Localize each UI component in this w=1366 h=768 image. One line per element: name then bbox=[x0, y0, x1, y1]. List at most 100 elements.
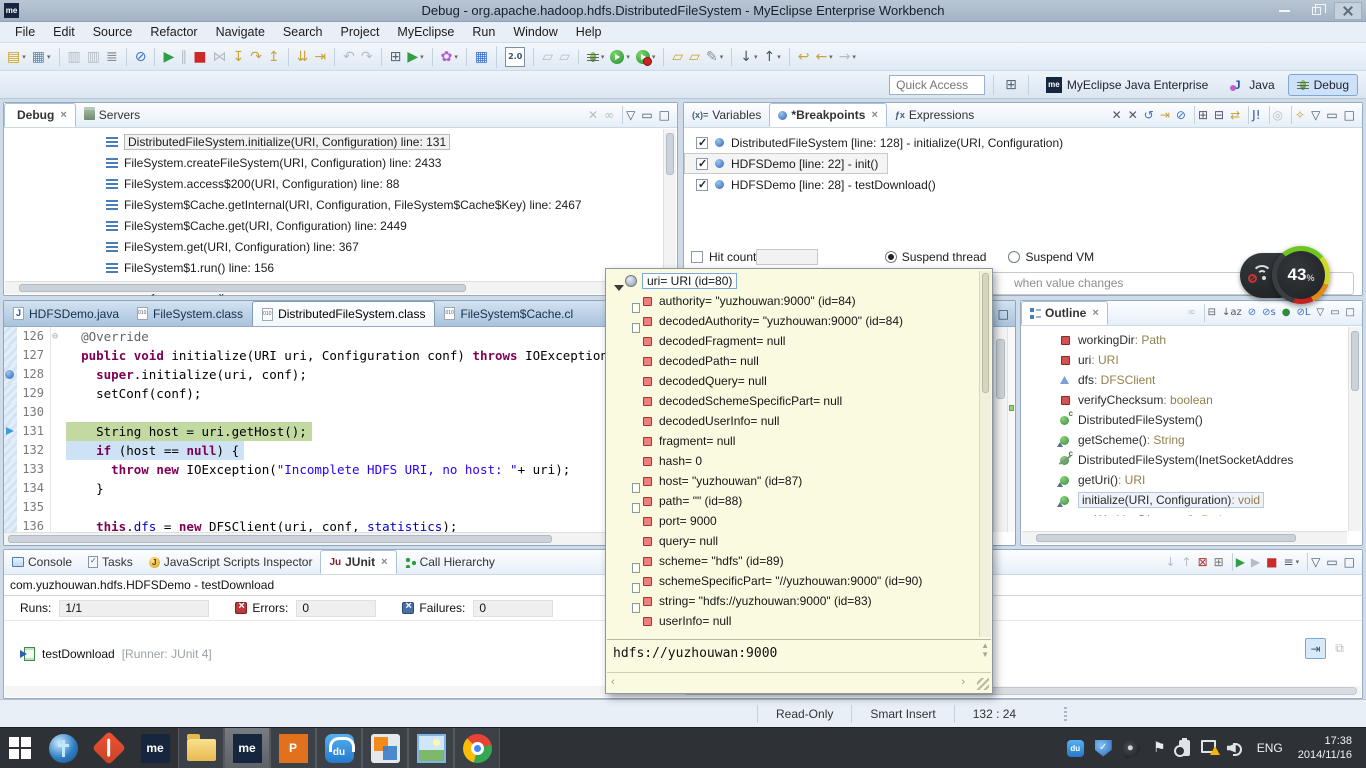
view-toolbar-icon[interactable]: ⊠ ▾ bbox=[1195, 553, 1211, 571]
toolbar-icon[interactable]: ↧ ▾ bbox=[229, 48, 247, 66]
view-toolbar-icon[interactable]: ⊘ bbox=[1245, 304, 1259, 322]
view-tab[interactable]: *Breakpoints bbox=[769, 103, 886, 127]
variable-row[interactable]: fragment= null bbox=[607, 431, 978, 451]
view-toolbar-icon[interactable]: ⊞ ▾ bbox=[1211, 553, 1227, 571]
menu-item[interactable]: MyEclipse bbox=[388, 23, 463, 41]
variable-row[interactable]: schemeSpecificPart= "//yuzhouwan:9000" (… bbox=[607, 571, 978, 591]
close-tab-icon[interactable] bbox=[381, 556, 387, 568]
stack-frame[interactable]: FileSystem.access$200(URI, Configuration… bbox=[4, 173, 677, 194]
variable-row[interactable]: decodedUserInfo= null bbox=[607, 411, 978, 431]
view-toolbar-icon[interactable]: ▭ bbox=[1323, 106, 1340, 124]
view-toolbar-icon[interactable]: ▽ ▾ bbox=[1307, 553, 1323, 571]
tray-icon[interactable]: du bbox=[1067, 740, 1084, 757]
toolbar-icon[interactable]: ▥ ▾ bbox=[59, 48, 84, 66]
outline-item[interactable]: getUri() : URI bbox=[1021, 470, 1362, 490]
annotation-ruler[interactable] bbox=[4, 365, 17, 384]
toolbar-icon[interactable]: ▤ ▾ bbox=[4, 48, 29, 66]
view-tab[interactable]: J JavaScript Scripts Inspector bbox=[141, 550, 321, 574]
stack-frame[interactable]: FileSystem$Cache.getInternal(URI, Config… bbox=[4, 194, 677, 215]
taskbar-app[interactable]: P bbox=[270, 728, 316, 768]
view-toolbar-icon[interactable]: ⊘L bbox=[1293, 304, 1313, 322]
annotation-ruler[interactable] bbox=[4, 441, 17, 460]
breakpoint-checkbox[interactable] bbox=[696, 137, 708, 149]
variable-row[interactable]: scheme= "hdfs" (id=89) bbox=[607, 551, 978, 571]
outline-item[interactable]: uri : URI bbox=[1021, 350, 1362, 370]
menu-item[interactable]: Edit bbox=[44, 23, 84, 41]
menu-item[interactable]: Search bbox=[274, 23, 332, 41]
close-tab-icon[interactable] bbox=[871, 109, 877, 121]
minimize-button[interactable] bbox=[1270, 2, 1298, 20]
toolbar-icon[interactable]: ▦ ▾ bbox=[466, 48, 491, 66]
toolbar-icon[interactable]: ▦ ▾ bbox=[29, 48, 54, 66]
toolbar-icon[interactable]: ∥ ▾ bbox=[177, 48, 190, 66]
suspend-thread-radio[interactable] bbox=[885, 251, 897, 263]
horizontal-scrollbar[interactable] bbox=[5, 281, 662, 294]
perspective-button[interactable]: Debug bbox=[1288, 74, 1358, 96]
view-toolbar-icon[interactable]: ▭ bbox=[638, 106, 655, 124]
maximize-icon[interactable]: □ bbox=[998, 307, 1009, 321]
annotation-ruler[interactable] bbox=[4, 460, 17, 479]
view-toolbar-icon[interactable]: □ ▾ bbox=[1341, 553, 1358, 571]
taskbar-app[interactable]: me bbox=[224, 728, 270, 768]
breakpoint-row[interactable]: DistributedFileSystem [line: 128] - init… bbox=[684, 132, 1362, 153]
breakpoint-checkbox[interactable] bbox=[696, 158, 708, 170]
restore-button[interactable] bbox=[1302, 2, 1330, 20]
editor-vertical-scrollbar[interactable] bbox=[993, 327, 1007, 532]
annotation-ruler[interactable] bbox=[4, 403, 17, 422]
view-toolbar-icon[interactable]: ⊞ bbox=[1194, 106, 1211, 124]
outline-item[interactable]: DistributedFileSystem(InetSocketAddres bbox=[1021, 450, 1362, 470]
view-tab[interactable]: ƒx Expressions bbox=[887, 103, 982, 127]
hit-count-input[interactable] bbox=[756, 249, 818, 265]
resize-grip[interactable] bbox=[977, 678, 989, 690]
taskbar-app[interactable] bbox=[408, 728, 454, 768]
variable-row[interactable]: authority= "yuzhouwan:9000" (id=84) bbox=[607, 291, 978, 311]
stack-frame[interactable]: FileSystem.get(URI, Configuration) line:… bbox=[4, 236, 677, 257]
outline-item[interactable]: workingDir : Path bbox=[1021, 330, 1362, 350]
menu-item[interactable]: Project bbox=[332, 23, 389, 41]
view-toolbar-icon[interactable]: □ bbox=[1341, 106, 1358, 124]
view-toolbar-icon[interactable]: □ bbox=[1343, 304, 1358, 322]
toolbar-icon[interactable]: ⊞ ▾ bbox=[381, 48, 405, 66]
toolbar-icon[interactable]: ▱ ▾ bbox=[663, 48, 686, 66]
taskbar-app[interactable] bbox=[86, 728, 132, 768]
toolbar-icon[interactable]: ⊘ ▾ bbox=[126, 48, 150, 66]
variable-row[interactable]: hash= 0 bbox=[607, 451, 978, 471]
view-tab[interactable]: Tasks bbox=[80, 550, 141, 574]
view-toolbar-icon[interactable]: ⊟ bbox=[1211, 106, 1227, 124]
toolbar-icon[interactable]: ⋈ ▾ bbox=[209, 48, 229, 66]
outline-item[interactable]: initialize(URI, Configuration) : void bbox=[1021, 490, 1362, 510]
toolbar-icon[interactable]: → ▾ bbox=[836, 48, 859, 66]
outline-item[interactable]: DistributedFileSystem() bbox=[1021, 410, 1362, 430]
annotation-ruler[interactable] bbox=[4, 327, 17, 346]
toolbar-icon[interactable]: ▶ ▾ bbox=[154, 48, 177, 66]
open-perspective-button[interactable]: ⊞ bbox=[1002, 76, 1020, 94]
tray-icon[interactable]: ⚑ bbox=[1151, 740, 1168, 757]
stack-frame[interactable]: DistributedFileSystem.initialize(URI, Co… bbox=[4, 131, 677, 152]
view-tab[interactable]: (x)= Variables bbox=[684, 103, 769, 127]
view-toolbar-icon[interactable]: ⊟ bbox=[1204, 304, 1219, 322]
toolbar-icon[interactable]: ↓ ▾ bbox=[731, 48, 760, 66]
open-console-icon[interactable]: ⧉ bbox=[1329, 638, 1350, 659]
popup-vertical-scrollbar[interactable] bbox=[979, 271, 991, 637]
view-toolbar-icon[interactable]: ▶ ▾ bbox=[1232, 553, 1248, 571]
taskbar-app[interactable] bbox=[362, 728, 408, 768]
variable-row[interactable]: decodedAuthority= "yuzhouwan:9000" (id=8… bbox=[607, 311, 978, 331]
toolbar-icon[interactable]: ⇥ ▾ bbox=[311, 48, 329, 66]
fold-marker-icon[interactable] bbox=[51, 327, 64, 346]
toolbar-icon[interactable]: ▶ ▾ bbox=[404, 48, 426, 66]
close-button[interactable] bbox=[1334, 2, 1362, 20]
toolbar-icon[interactable]: ▥ ▾ bbox=[84, 48, 103, 66]
menu-item[interactable]: Source bbox=[84, 23, 142, 41]
horizontal-scrollbar[interactable] bbox=[1022, 531, 1347, 544]
language-indicator[interactable]: ENG bbox=[1257, 741, 1283, 755]
variable-row[interactable]: host= "yuzhouwan" (id=87) bbox=[607, 471, 978, 491]
variable-row[interactable]: decodedFragment= null bbox=[607, 331, 978, 351]
tray-icon[interactable] bbox=[1121, 738, 1142, 759]
close-tab-icon[interactable] bbox=[1092, 307, 1098, 319]
outline-item[interactable]: dfs : DFSClient bbox=[1021, 370, 1362, 390]
toolbar-icon[interactable]: ↩ ▾ bbox=[789, 48, 813, 66]
variable-row[interactable]: query= null bbox=[607, 531, 978, 551]
view-toolbar-icon[interactable]: □ bbox=[656, 106, 673, 124]
variable-detail-pane[interactable]: hdfs://yuzhouwan:9000 ▲▼ bbox=[607, 639, 991, 671]
toolbar-icon[interactable]: ▾ bbox=[607, 49, 633, 65]
